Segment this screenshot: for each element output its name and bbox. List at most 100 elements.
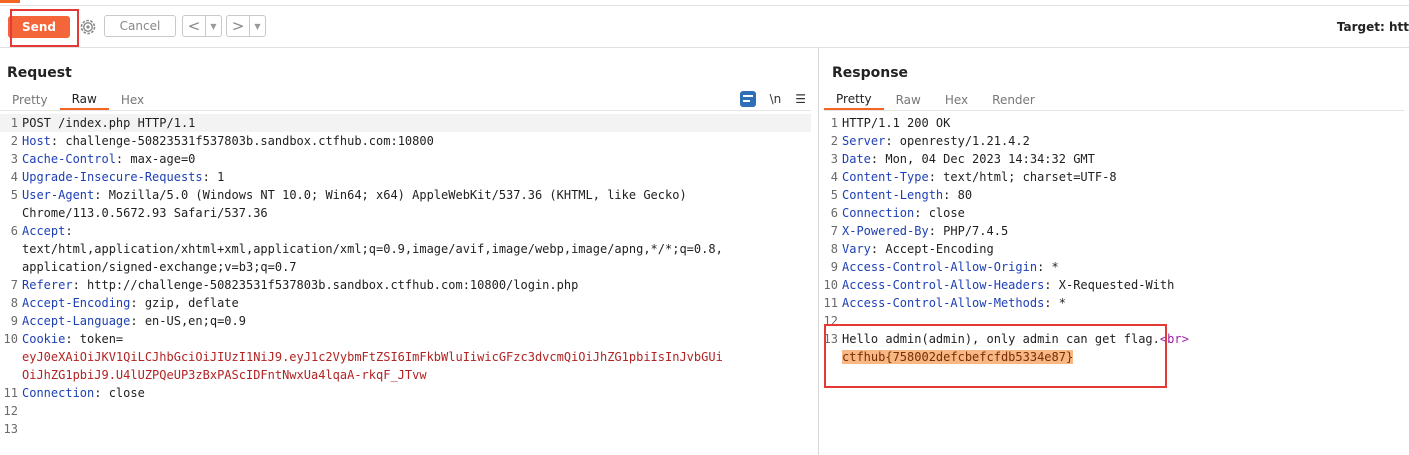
back-dropdown-icon[interactable]: ▼ [205,16,221,36]
response-title: Response [832,65,909,81]
line-content: X-Powered-By: PHP/7.4.5 [842,224,1009,238]
line-content: POST /index.php HTTP/1.1 [22,116,196,130]
request-tabs: Pretty Raw Hex [0,90,156,110]
line-number: 4 [830,170,838,184]
code-line: 8 Accept-Encoding: gzip, deflate [0,294,811,312]
line-number: 11 [823,296,838,310]
line-number: 7 [10,278,18,292]
line-number: 2 [830,134,838,148]
line-number: 5 [10,188,18,202]
code-line: 1 HTTP/1.1 200 OK [820,114,1400,132]
code-line: 4 Content-Type: text/html; charset=UTF-8 [820,168,1400,186]
response-tab-render[interactable]: Render [980,90,1047,110]
forward-dropdown-icon[interactable]: ▼ [249,16,265,36]
line-content: Server: openresty/1.21.4.2 [842,134,1030,148]
cookie-token-text: eyJ0eXAiOiJKV1QiLCJhbGciOiJIUzI1NiJ9.eyJ… [22,350,723,364]
code-line: 12 [820,312,1400,330]
line-number-blank [0,258,22,276]
code-line: 7 X-Powered-By: PHP/7.4.5 [820,222,1400,240]
forward-nav-group: > ▼ [226,15,266,37]
code-line: 12 [0,402,811,420]
line-content: Accept-Encoding: gzip, deflate [22,296,239,310]
newline-toggle[interactable]: \n [770,92,782,106]
code-line: 5 User-Agent: Mozilla/5.0 (Windows NT 10.… [0,186,811,204]
line-content: Connection: close [842,206,965,220]
code-line-continuation: OiJhZG1pbiJ9.U4lUZPQeUP3zBxPAScIDFntNwxU… [0,366,811,384]
request-title: Request [7,65,72,81]
line-number: 8 [10,296,18,310]
line-content: Content-Type: text/html; charset=UTF-8 [842,170,1117,184]
header-name: Referer [22,278,73,292]
line-content: Accept: [22,224,80,238]
header-name: Accept [22,224,66,238]
flag-value: ctfhub{758002defcbefcfdb5334e87} [842,348,1074,366]
header-name: Access-Control-Allow-Headers [842,278,1045,292]
request-tab-raw[interactable]: Raw [59,90,109,110]
line-number: 2 [10,134,18,148]
code-line: 13 Hello admin(admin), only admin can get… [820,330,1400,348]
line-number-blank [820,348,842,366]
line-content: Connection: close [22,386,145,400]
code-line: 2 Host: challenge-50823531f537803b.sandbo… [0,132,811,150]
gear-icon[interactable] [78,17,98,37]
header-name: Cache-Control [22,152,116,166]
code-line-continuation: ctfhub{758002defcbefcfdb5334e87} [820,348,1400,366]
code-line: 11 Connection: close [0,384,811,402]
hamburger-menu-icon[interactable]: ☰ [795,92,806,106]
header-name: Date [842,152,871,166]
header-name: Upgrade-Insecure-Requests [22,170,203,184]
line-number: 5 [830,188,838,202]
line-content: Cache-Control: max-age=0 [22,152,196,166]
line-content: Accept-Language: en-US,en;q=0.9 [22,314,246,328]
line-number: 9 [10,314,18,328]
code-line-continuation: text/html,application/xhtml+xml,applicat… [0,240,811,258]
line-content: Upgrade-Insecure-Requests: 1 [22,170,225,184]
response-editor[interactable]: 1 HTTP/1.1 200 OK 2 Server: openresty/1.21.… [820,114,1400,366]
line-number-blank [0,348,22,366]
line-number: 1 [10,116,18,130]
line-content: User-Agent: Mozilla/5.0 (Windows NT 10.0… [22,188,687,202]
response-tab-hex[interactable]: Hex [933,90,980,110]
header-name: User-Agent [22,188,95,202]
header-name: Server [842,134,886,148]
line-number: 6 [830,206,838,220]
code-line: 10 Cookie: token= [0,330,811,348]
cookie-token: OiJhZG1pbiJ9.U4lUZPQeUP3zBxPAScIDFntNwxU… [22,366,427,384]
code-line: 7 Referer: http://challenge-50823531f5378… [0,276,811,294]
back-nav-group: < ▼ [182,15,222,37]
line-content: Access-Control-Allow-Methods: * [842,296,1066,310]
code-line: 8 Vary: Accept-Encoding [820,240,1400,258]
back-arrow-icon[interactable]: < [183,16,205,36]
header-value-wrap: Chrome/113.0.5672.93 Safari/537.36 [22,206,268,220]
header-name: Cookie [22,332,66,346]
line-number: 13 [823,332,838,346]
line-content: Host: challenge-50823531f537803b.sandbox… [22,134,434,148]
line-number: 3 [10,152,18,166]
line-number-blank [0,240,22,258]
code-line-continuation: eyJ0eXAiOiJKV1QiLCJhbGciOiJIUzI1NiJ9.eyJ… [0,348,811,366]
code-line: 6 Connection: close [820,204,1400,222]
response-tab-raw[interactable]: Raw [884,90,933,110]
request-tab-pretty[interactable]: Pretty [0,90,60,110]
line-number: 10 [823,278,838,292]
response-tab-pretty[interactable]: Pretty [824,90,884,110]
target-label: Target: htt [1336,20,1409,34]
line-number: 9 [830,260,838,274]
forward-arrow-icon[interactable]: > [227,16,249,36]
header-name: Host [22,134,51,148]
request-editor[interactable]: 1 POST /index.php HTTP/1.1 2 Host: challeng… [0,114,811,438]
line-content: Hello admin(admin), only admin can get f… [842,330,1189,348]
cancel-button[interactable]: Cancel [104,15,176,37]
flag-value-text: ctfhub{758002defcbefcfdb5334e87} [842,350,1074,364]
line-number: 8 [830,242,838,256]
line-content: Cookie: token= [22,332,124,346]
wrap-lines-icon[interactable] [739,91,756,107]
code-line: 3 Date: Mon, 04 Dec 2023 14:34:32 GMT [820,150,1400,168]
line-number-blank [0,204,22,222]
line-content: HTTP/1.1 200 OK [842,116,951,130]
line-content: Access-Control-Allow-Headers: X-Requeste… [842,278,1175,292]
code-line: 5 Content-Length: 80 [820,186,1400,204]
request-tab-hex[interactable]: Hex [109,90,156,110]
send-button[interactable]: Send [8,16,70,38]
header-name: Content-Length [842,188,944,202]
